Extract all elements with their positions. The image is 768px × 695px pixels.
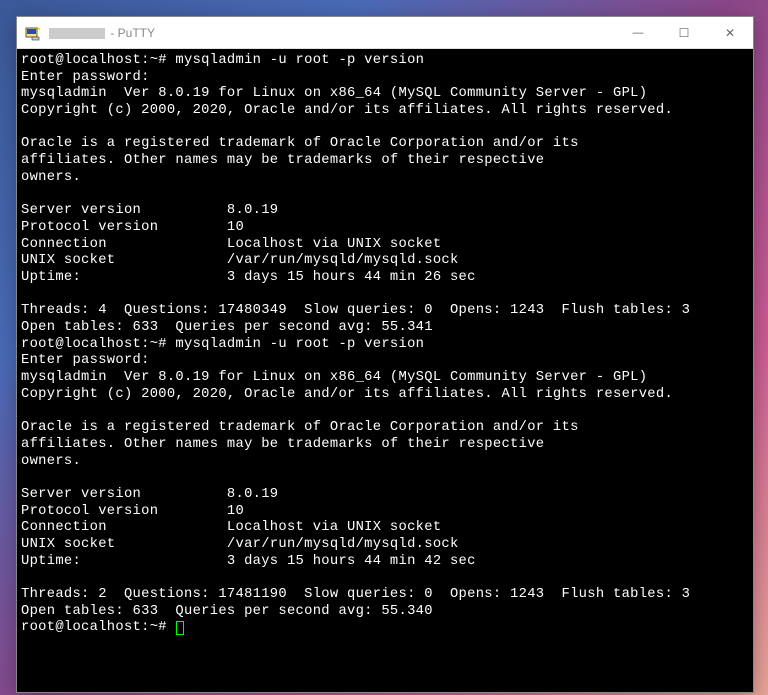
output-line: Oracle is a registered trademark of Orac… bbox=[21, 420, 579, 435]
redacted-hostname bbox=[49, 28, 105, 39]
output-line: Uptime: 3 days 15 hours 44 min 26 sec bbox=[21, 270, 476, 285]
window-title: - PuTTY bbox=[49, 26, 615, 40]
terminal-output[interactable]: root@localhost:~# mysqladmin -u root -p … bbox=[17, 49, 753, 692]
output-line: affiliates. Other names may be trademark… bbox=[21, 153, 544, 168]
terminal-cursor bbox=[176, 621, 184, 635]
output-line: Server version 8.0.19 bbox=[21, 203, 278, 218]
output-line: Oracle is a registered trademark of Orac… bbox=[21, 136, 579, 151]
output-line: mysqladmin Ver 8.0.19 for Linux on x86_6… bbox=[21, 86, 647, 101]
output-line: Enter password: bbox=[21, 70, 150, 85]
output-line: Enter password: bbox=[21, 353, 150, 368]
output-line: Server version 8.0.19 bbox=[21, 487, 278, 502]
titlebar[interactable]: - PuTTY — ☐ ✕ bbox=[17, 17, 753, 49]
output-line: Connection Localhost via UNIX socket bbox=[21, 520, 441, 535]
output-line: Connection Localhost via UNIX socket bbox=[21, 237, 441, 252]
output-line: Open tables: 633 Queries per second avg:… bbox=[21, 604, 433, 619]
output-line: Protocol version 10 bbox=[21, 220, 244, 235]
output-line: root@localhost:~# mysqladmin -u root -p … bbox=[21, 337, 424, 352]
output-line: Uptime: 3 days 15 hours 44 min 42 sec bbox=[21, 554, 476, 569]
output-line: owners. bbox=[21, 170, 81, 185]
output-line: root@localhost:~# mysqladmin -u root -p … bbox=[21, 53, 424, 68]
output-line: Copyright (c) 2000, 2020, Oracle and/or … bbox=[21, 387, 673, 402]
maximize-button[interactable]: ☐ bbox=[661, 17, 707, 49]
output-line: Threads: 4 Questions: 17480349 Slow quer… bbox=[21, 303, 690, 318]
output-line: Open tables: 633 Queries per second avg:… bbox=[21, 320, 433, 335]
putty-window: - PuTTY — ☐ ✕ root@localhost:~# mysqladm… bbox=[16, 16, 754, 693]
shell-prompt: root@localhost:~# bbox=[21, 620, 175, 635]
output-line: owners. bbox=[21, 454, 81, 469]
output-line: Protocol version 10 bbox=[21, 504, 244, 519]
close-button[interactable]: ✕ bbox=[707, 17, 753, 49]
output-line: mysqladmin Ver 8.0.19 for Linux on x86_6… bbox=[21, 370, 647, 385]
minimize-button[interactable]: — bbox=[615, 17, 661, 49]
output-line: Copyright (c) 2000, 2020, Oracle and/or … bbox=[21, 103, 673, 118]
output-line: Threads: 2 Questions: 17481190 Slow quer… bbox=[21, 587, 690, 602]
output-line: affiliates. Other names may be trademark… bbox=[21, 437, 544, 452]
window-controls: — ☐ ✕ bbox=[615, 17, 753, 48]
output-line: UNIX socket /var/run/mysqld/mysqld.sock bbox=[21, 253, 459, 268]
putty-icon bbox=[25, 25, 41, 41]
output-line: UNIX socket /var/run/mysqld/mysqld.sock bbox=[21, 537, 459, 552]
